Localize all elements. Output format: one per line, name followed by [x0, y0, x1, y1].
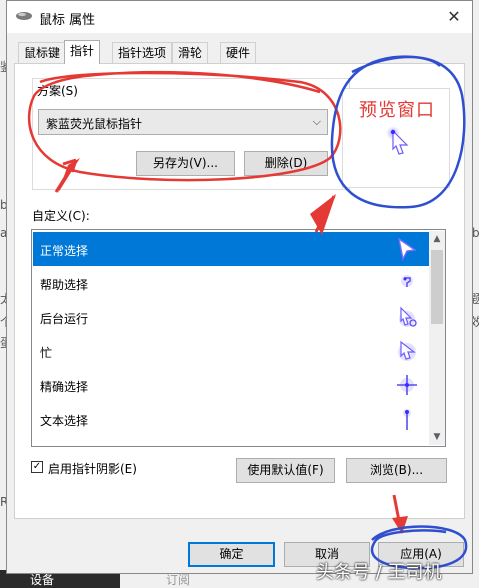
annotation-overlay	[27, 55, 468, 570]
watermark-text: 头条号 / 王司机	[316, 562, 442, 583]
blue-annotation-oval	[330, 55, 466, 209]
